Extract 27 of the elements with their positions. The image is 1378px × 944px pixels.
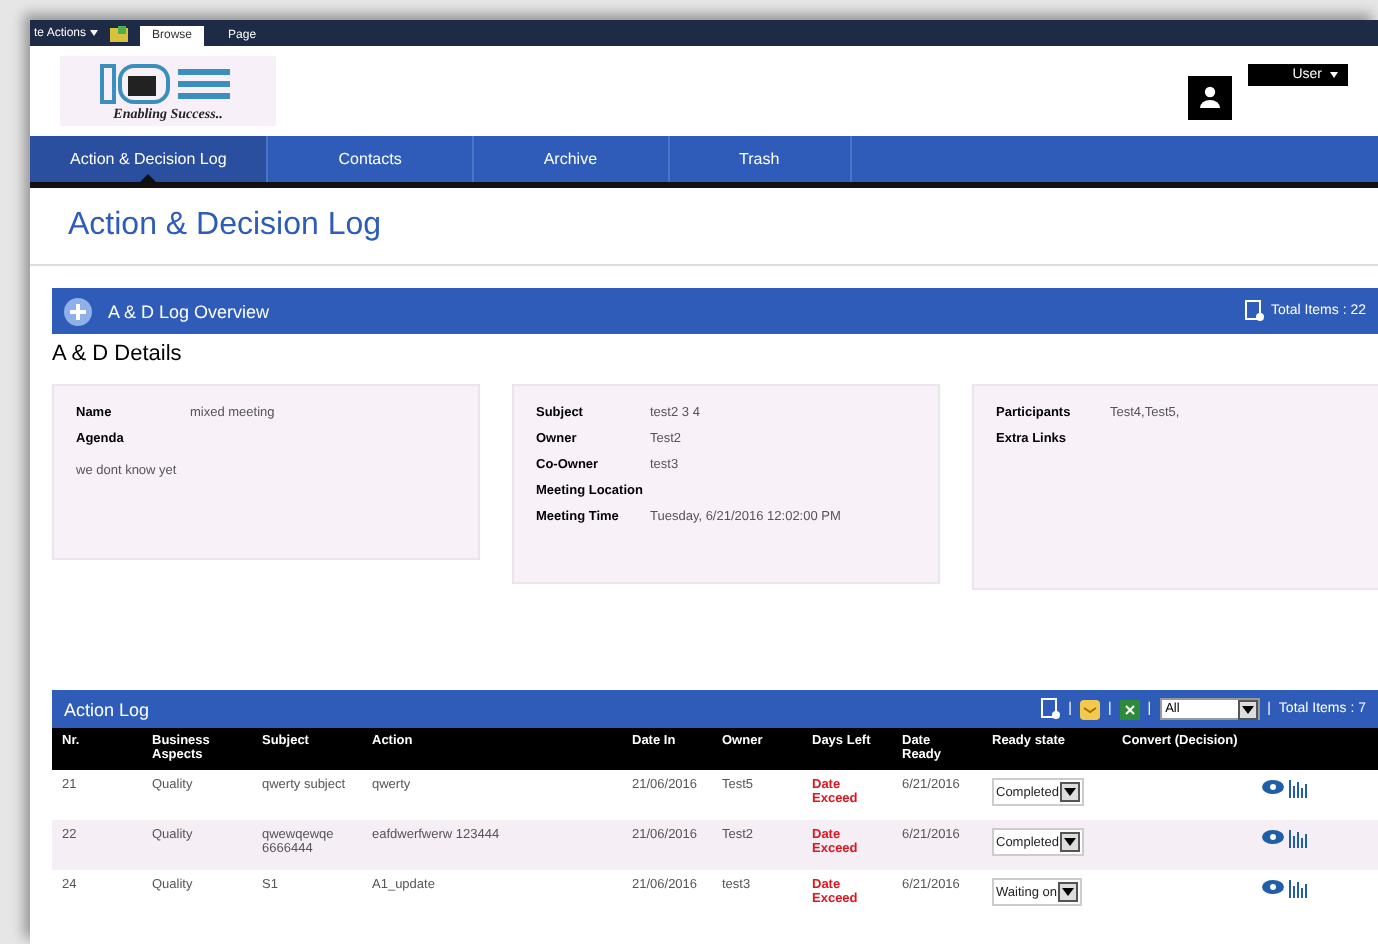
nav-tab[interactable]: Trash [669,136,852,182]
nav-tab[interactable]: Action & Decision Log [30,136,269,182]
caret-icon [1330,71,1338,77]
details-title: A & D Details [52,342,184,366]
spreadsheet-icon[interactable] [1119,699,1140,719]
overview-title: A & D Log Overview [108,301,270,321]
eye-icon[interactable] [1262,780,1284,794]
nav-tab[interactable]: Contacts [268,136,474,182]
add-icon[interactable] [64,297,92,325]
dropdown-caret-icon[interactable] [1060,832,1081,852]
folder-icon[interactable] [110,25,129,41]
user-avatar-icon[interactable] [1188,75,1233,119]
eye-icon[interactable] [1262,830,1284,844]
page-title: Action & Decision Log [30,188,1378,266]
dropdown-caret-icon[interactable] [1060,782,1081,802]
document-icon[interactable] [1040,698,1061,720]
chart-icon[interactable] [1288,880,1308,898]
action-log-title: Action Log [64,699,150,719]
document-icon[interactable] [1243,300,1264,322]
nav-tab[interactable]: Archive [473,136,670,182]
email-icon[interactable] [1079,699,1100,719]
eye-icon[interactable] [1262,880,1284,894]
chart-icon[interactable] [1288,780,1308,798]
caret-icon [90,30,99,36]
dropdown-caret-icon[interactable] [1058,882,1079,902]
dropdown-caret-icon[interactable] [1237,699,1258,719]
chart-icon[interactable] [1288,830,1308,848]
